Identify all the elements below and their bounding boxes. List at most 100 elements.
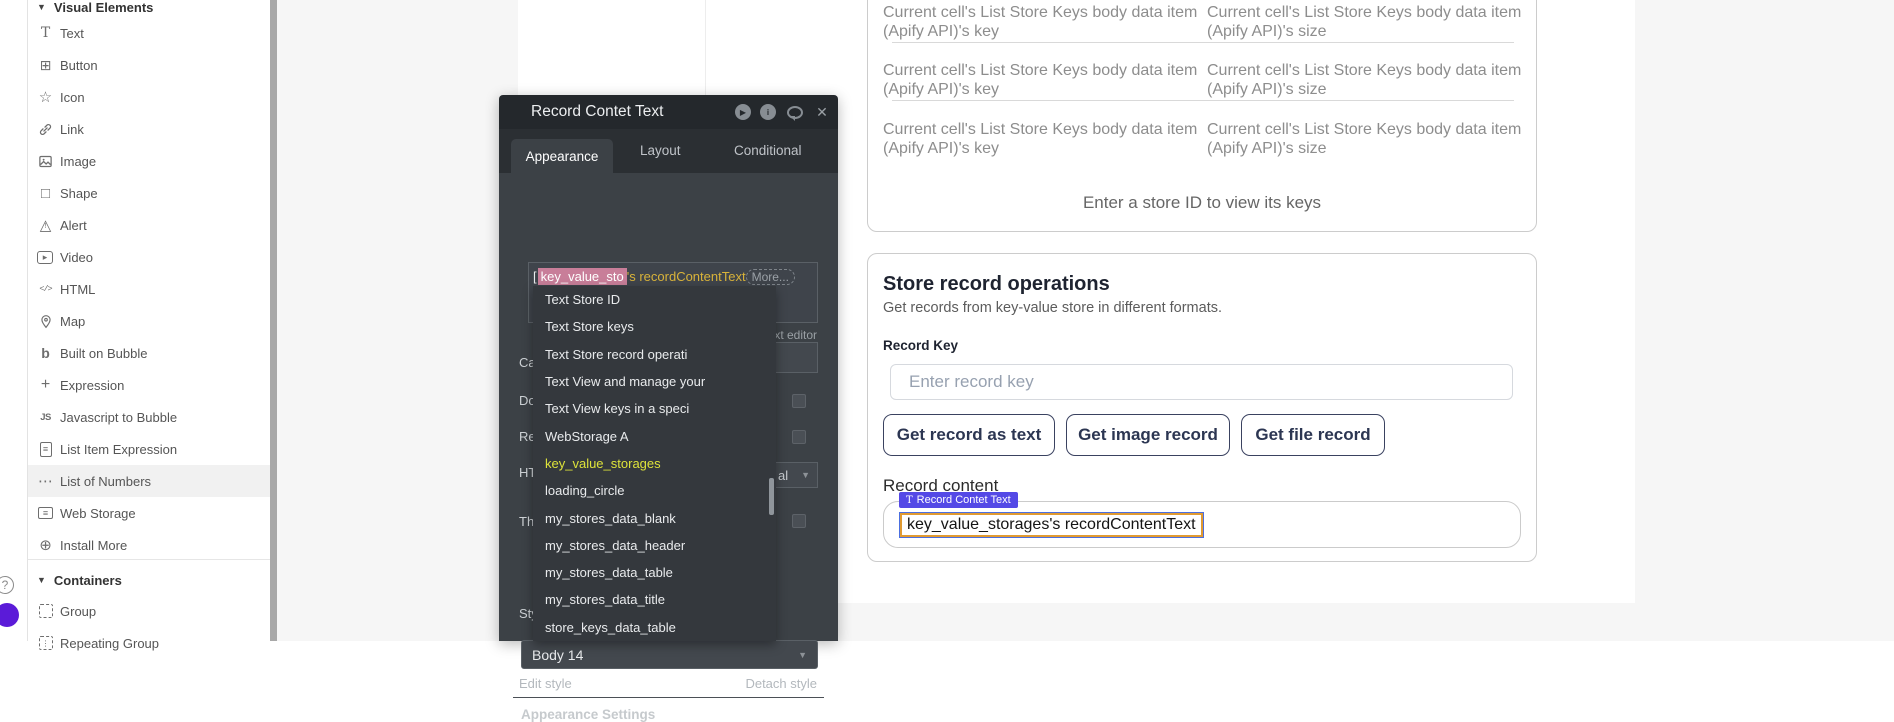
card-title: Store record operations — [883, 273, 1110, 296]
checkbox[interactable] — [792, 430, 806, 444]
sidebar-item-list-of-numbers[interactable]: List of Numbers — [28, 465, 270, 497]
sidebar-item-group[interactable]: Group — [28, 595, 270, 627]
size-cell: Current cell's List Store Keys body data… — [1207, 61, 1527, 99]
checkbox[interactable] — [792, 394, 806, 408]
dropdown-item[interactable]: my_stores_data_title — [533, 586, 776, 613]
sidebar-item-web-storage[interactable]: Web Storage — [28, 497, 270, 529]
ellipsis-icon — [37, 473, 54, 490]
row-divider — [892, 100, 1514, 101]
element-boundary-line — [705, 0, 706, 95]
selected-element-tag-label: Record Contet Text — [917, 494, 1011, 506]
storage-list-icon — [38, 507, 53, 519]
alert-triangle-icon — [37, 217, 54, 234]
panel-tab-bar: Appearance Layout Conditional — [499, 129, 838, 173]
size-cell: Current cell's List Store Keys body data… — [1207, 3, 1527, 41]
text-icon — [37, 25, 54, 42]
tab-appearance[interactable]: Appearance — [511, 139, 613, 173]
plus-icon — [37, 377, 54, 394]
get-image-record-button[interactable]: Get image record — [1066, 414, 1230, 456]
dropdown-item[interactable]: loading_circle — [533, 477, 776, 504]
style-select[interactable]: Body 14 ▼ — [521, 640, 818, 669]
element-palette-sidebar: ▼ Visual Elements Text Button Icon Link … — [28, 0, 270, 641]
tab-conditional[interactable]: Conditional — [734, 143, 802, 158]
sidebar-item-expression[interactable]: Expression — [28, 369, 270, 401]
sidebar-item-alert[interactable]: Alert — [28, 209, 270, 241]
card-subtitle: Get records from key-value store in diff… — [883, 300, 1222, 316]
close-icon[interactable]: ✕ — [814, 104, 830, 120]
dropdown-item[interactable]: my_stores_data_header — [533, 532, 776, 559]
clipboard-icon — [40, 442, 52, 457]
dropdown-scrollbar[interactable] — [769, 478, 774, 515]
sidebar-item-icon[interactable]: Icon — [28, 81, 270, 113]
sidebar-item-list-item-expression[interactable]: List Item Expression — [28, 433, 270, 465]
record-key-label: Record Key — [883, 338, 958, 353]
dropdown-item[interactable]: Text Store record operati — [533, 341, 776, 368]
panel-title-bar[interactable]: Record Contet Text ▶ i ✕ — [499, 95, 838, 129]
info-icon[interactable]: i — [760, 104, 776, 120]
selected-element-tag: T Record Contet Text — [899, 492, 1018, 508]
dropdown-item[interactable]: Text Store ID — [533, 286, 776, 313]
dropdown-item[interactable]: my_stores_data_table — [533, 559, 776, 586]
dropdown-item[interactable]: my_stores_data_blank — [533, 504, 776, 531]
sidebar-item-built-on-bubble[interactable]: Built on Bubble — [28, 337, 270, 369]
sidebar-item-link[interactable]: Link — [28, 113, 270, 145]
sidebar-item-map[interactable]: Map — [28, 305, 270, 337]
left-toolbar-strip — [0, 0, 28, 641]
sidebar-item-install-more[interactable]: Install More — [28, 529, 270, 561]
get-record-as-text-button[interactable]: Get record as text — [883, 414, 1055, 456]
selected-text-element[interactable]: key_value_storages's recordContentText — [900, 513, 1203, 537]
sidebar-item-text[interactable]: Text — [28, 17, 270, 49]
dropdown-item[interactable]: store_keys_data_table — [533, 614, 776, 641]
sidebar-divider — [28, 559, 270, 560]
expression-selected-token[interactable]: key_value_sto — [538, 268, 627, 285]
collapse-caret-icon: ▼ — [37, 575, 46, 585]
edit-style-link[interactable]: Edit style — [519, 676, 572, 691]
store-record-operations-card: Store record operations Get records from… — [867, 253, 1537, 562]
field-label-fragment: Th — [519, 514, 534, 529]
comment-icon[interactable] — [787, 106, 803, 119]
dropdown-item[interactable]: Text View and manage your — [533, 368, 776, 395]
text-element-icon: T — [906, 495, 913, 506]
record-key-input[interactable] — [890, 364, 1513, 400]
appearance-settings-header: Appearance Settings — [521, 707, 655, 722]
store-keys-card: Current cell's List Store Keys body data… — [867, 0, 1537, 232]
image-icon — [37, 153, 54, 170]
sidebar-item-shape[interactable]: Shape — [28, 177, 270, 209]
key-cell: Current cell's List Store Keys body data… — [883, 120, 1218, 158]
expression-more-button[interactable]: More... — [746, 269, 795, 285]
sidebar-scrollbar[interactable] — [270, 0, 277, 641]
dropdown-item[interactable]: Text View keys in a speci — [533, 395, 776, 422]
plus-circle-icon — [37, 537, 54, 554]
video-icon — [37, 251, 53, 264]
get-file-record-button[interactable]: Get file record — [1241, 414, 1385, 456]
sidebar-item-repeating-group[interactable]: Repeating Group — [28, 627, 270, 659]
visual-elements-header[interactable]: ▼ Visual Elements — [28, 0, 153, 17]
detach-style-link[interactable]: Detach style — [745, 676, 817, 691]
button-icon — [37, 57, 54, 74]
expression-suffix-token[interactable]: 's recordContentText — [627, 268, 746, 284]
sidebar-item-button[interactable]: Button — [28, 49, 270, 81]
dropdown-item[interactable]: WebStorage A — [533, 422, 776, 449]
bubble-logo-icon — [37, 345, 54, 362]
text-editor-link-fragment[interactable]: xt editor — [774, 328, 817, 342]
checkbox[interactable] — [792, 514, 806, 528]
autocomplete-dropdown: Text Store ID Text Store keys Text Store… — [533, 286, 776, 641]
sidebar-item-html[interactable]: HTML — [28, 273, 270, 305]
star-icon — [37, 89, 54, 106]
sidebar-item-javascript-to-bubble[interactable]: Javascript to Bubble — [28, 401, 270, 433]
tab-layout[interactable]: Layout — [640, 143, 681, 158]
panel-body: [ key_value_sto 's recordContentText Mor… — [499, 173, 838, 641]
dropdown-item-highlighted[interactable]: key_value_storages — [533, 450, 776, 477]
group-icon — [39, 604, 53, 618]
collapse-caret-icon: ▼ — [37, 2, 46, 12]
dropdown-item[interactable]: Text Store keys — [533, 313, 776, 340]
row-divider — [892, 42, 1514, 43]
sidebar-item-video[interactable]: Video — [28, 241, 270, 273]
element-list: Text Button Icon Link Image Shape Alert … — [28, 17, 270, 561]
preview-play-icon[interactable]: ▶ — [735, 104, 751, 120]
link-icon — [37, 121, 54, 138]
chevron-down-icon: ▼ — [798, 650, 807, 660]
cursor-bracket: [ — [533, 269, 537, 284]
sidebar-item-image[interactable]: Image — [28, 145, 270, 177]
containers-header[interactable]: ▼ Containers — [28, 570, 122, 590]
